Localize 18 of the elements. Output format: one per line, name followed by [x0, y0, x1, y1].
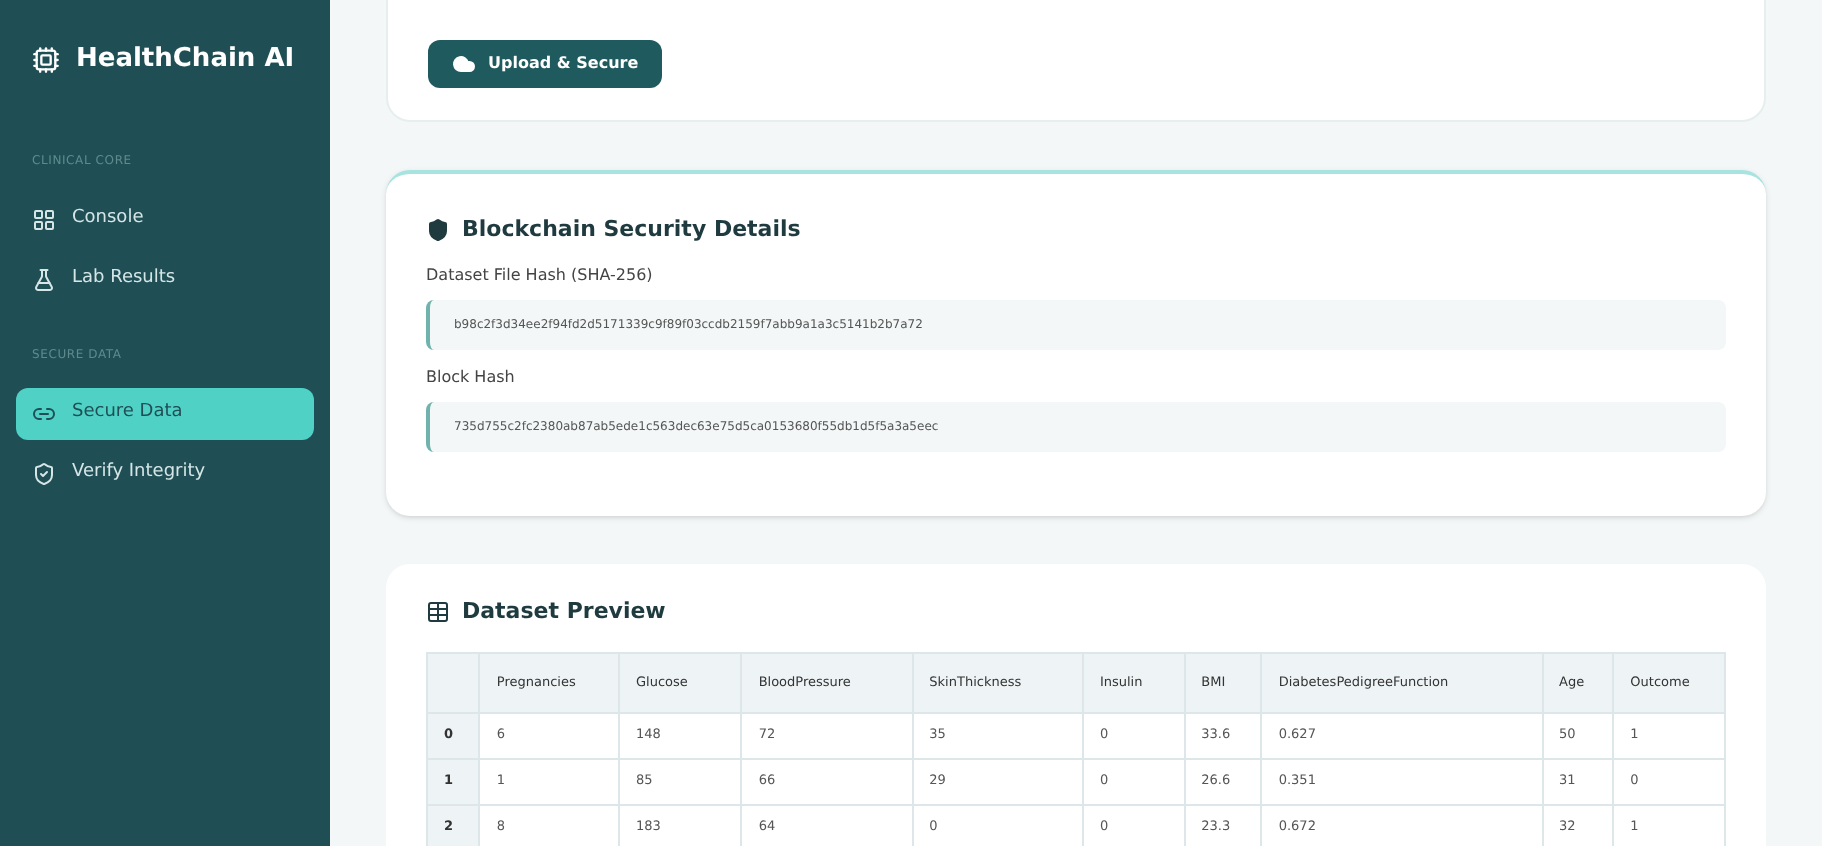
section-title: Blockchain Security Details	[462, 214, 801, 246]
grid-icon	[32, 207, 56, 231]
table-icon	[426, 599, 450, 624]
nav-item[interactable]: Lab Results	[16, 253, 314, 305]
nav-item[interactable]: Verify Integrity	[16, 447, 314, 499]
upload-button[interactable]: Upload & Secure	[428, 40, 663, 88]
flask-icon	[32, 267, 56, 291]
field-label: Dataset File Hash (SHA-256)	[426, 263, 655, 287]
field-label: Block Hash	[426, 365, 517, 389]
nav-item[interactable]: Secure Data	[16, 387, 314, 439]
column-header	[427, 653, 480, 713]
brand-name: HealthChain AI	[76, 42, 295, 78]
shield-icon	[426, 218, 450, 243]
cloud-icon	[452, 52, 476, 76]
shield-icon	[32, 461, 56, 485]
chip-icon	[32, 45, 60, 74]
section-title: Dataset Preview	[462, 595, 666, 627]
nav-item[interactable]: Console	[16, 193, 314, 245]
